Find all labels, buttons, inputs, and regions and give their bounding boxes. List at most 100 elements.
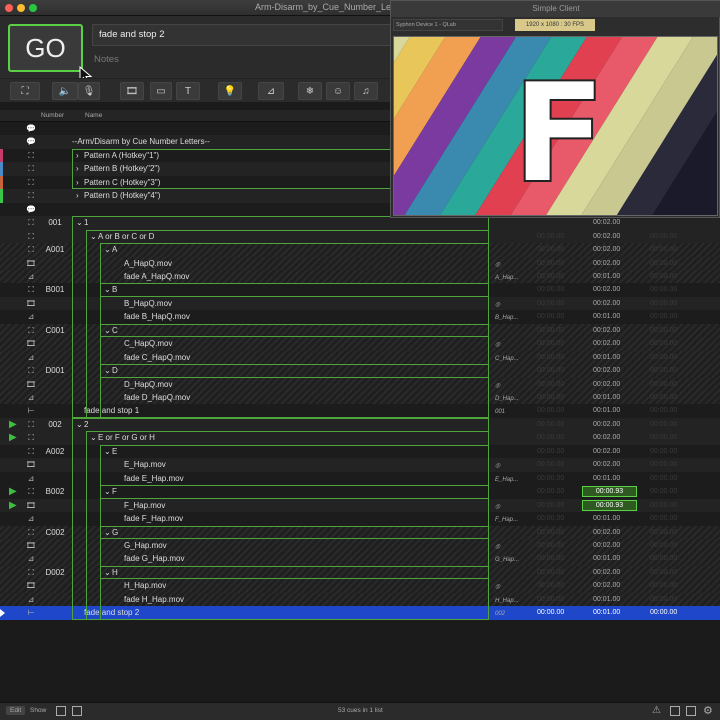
- post-wait-time[interactable]: 00:00.00: [650, 447, 677, 457]
- action-time[interactable]: 00:01.00: [593, 474, 620, 484]
- toolbar-button-5[interactable]: T: [176, 82, 200, 100]
- action-time[interactable]: 00:01.00: [593, 608, 620, 618]
- cue-number[interactable]: 002: [42, 420, 68, 430]
- toolbar-button-8[interactable]: ❄: [298, 82, 322, 100]
- action-time[interactable]: 00:02.00: [593, 433, 620, 443]
- post-wait-time[interactable]: 00:00.00: [650, 232, 677, 242]
- edit-mode-button[interactable]: Edit: [6, 706, 26, 715]
- pre-wait-time[interactable]: 00:00.00: [537, 406, 564, 416]
- action-time[interactable]: 00:02.00: [593, 326, 620, 336]
- post-wait-time[interactable]: 00:00.00: [650, 541, 677, 551]
- action-time[interactable]: 00:01.00: [593, 554, 620, 564]
- post-wait-time[interactable]: 00:00.00: [650, 581, 677, 591]
- post-wait-time[interactable]: 00:00.00: [650, 420, 677, 430]
- warning-icon[interactable]: ⚠: [652, 705, 661, 716]
- post-wait-time[interactable]: 00:00.00: [650, 433, 677, 443]
- toolbar-button-6[interactable]: 💡: [218, 82, 242, 100]
- pre-wait-time[interactable]: 00:00.00: [537, 339, 564, 349]
- pre-wait-time[interactable]: 00:00.00: [537, 460, 564, 470]
- post-wait-time[interactable]: 00:00.00: [650, 245, 677, 255]
- go-button[interactable]: GO: [8, 24, 83, 72]
- post-wait-time[interactable]: 00:00.00: [650, 259, 677, 269]
- pre-wait-time[interactable]: 00:00.00: [537, 595, 564, 605]
- pre-wait-time[interactable]: 00:00.00: [537, 554, 564, 564]
- cue-number[interactable]: D001: [42, 366, 68, 376]
- action-time[interactable]: 00:02.00: [593, 259, 620, 269]
- post-wait-time[interactable]: 00:00.00: [650, 366, 677, 376]
- name-column-header[interactable]: Name: [85, 112, 102, 119]
- pre-wait-time[interactable]: 00:00.00: [537, 259, 564, 269]
- toolbar-button-3[interactable]: 🎞: [120, 82, 144, 100]
- action-time[interactable]: 00:02.00: [593, 245, 620, 255]
- cue-name-field[interactable]: fade and stop 2: [92, 24, 392, 46]
- pre-wait-time[interactable]: 00:00.00: [537, 420, 564, 430]
- cue-number[interactable]: B001: [42, 285, 68, 295]
- action-time[interactable]: 00:00.93: [582, 499, 637, 511]
- post-wait-time[interactable]: 00:00.00: [650, 353, 677, 363]
- post-wait-time[interactable]: 00:00.00: [650, 501, 677, 511]
- action-time[interactable]: 00:02.00: [593, 366, 620, 376]
- post-wait-time[interactable]: 00:00.00: [650, 299, 677, 309]
- action-time[interactable]: 00:01.00: [593, 595, 620, 605]
- pre-wait-time[interactable]: 00:00.00: [537, 232, 564, 242]
- pre-wait-time[interactable]: 00:00.00: [537, 353, 564, 363]
- simple-client-window[interactable]: Simple Client Syphon Device 1 - QLab 192…: [390, 0, 720, 218]
- inspector-panel-icon[interactable]: [686, 706, 696, 716]
- disclosure-chevron-icon[interactable]: ›: [76, 191, 79, 201]
- show-mode-button[interactable]: Show: [30, 707, 46, 714]
- cue-number[interactable]: C001: [42, 326, 68, 336]
- minimize-window-button[interactable]: [17, 4, 25, 12]
- number-column-header[interactable]: Number: [41, 112, 64, 119]
- action-time[interactable]: 00:02.00: [593, 299, 620, 309]
- action-time[interactable]: 00:02.00: [593, 380, 620, 390]
- post-wait-time[interactable]: 00:00.00: [650, 312, 677, 322]
- pre-wait-time[interactable]: 00:00.00: [537, 366, 564, 376]
- action-time[interactable]: 00:02.00: [593, 447, 620, 457]
- toolbar-button-4[interactable]: ▭: [150, 82, 172, 100]
- cue-name[interactable]: Pattern D (Hotkey"4"): [84, 191, 160, 201]
- action-time[interactable]: 00:02.00: [593, 218, 620, 228]
- action-time[interactable]: 00:02.00: [593, 460, 620, 470]
- inspector-toggle-icon[interactable]: [72, 706, 82, 716]
- pre-wait-time[interactable]: 00:00.00: [537, 447, 564, 457]
- toolbar-button-10[interactable]: ♫: [354, 82, 378, 100]
- post-wait-time[interactable]: 00:00.00: [650, 339, 677, 349]
- pre-wait-time[interactable]: 00:00.00: [537, 393, 564, 403]
- cue-name[interactable]: --Arm/Disarm by Cue Number Letters--: [72, 137, 210, 147]
- pre-wait-time[interactable]: 00:00.00: [537, 487, 564, 497]
- post-wait-time[interactable]: 00:00.00: [650, 460, 677, 470]
- pre-wait-time[interactable]: 00:00.00: [537, 474, 564, 484]
- post-wait-time[interactable]: 00:00.00: [650, 554, 677, 564]
- close-window-button[interactable]: [5, 4, 13, 12]
- pre-wait-time[interactable]: 00:00.00: [537, 326, 564, 336]
- cue-number[interactable]: 001: [42, 218, 68, 228]
- settings-gear-icon[interactable]: ⚙: [703, 704, 713, 717]
- sidebar-toggle-icon[interactable]: [56, 706, 66, 716]
- action-time[interactable]: 00:02.00: [593, 420, 620, 430]
- post-wait-time[interactable]: 00:00.00: [650, 393, 677, 403]
- post-wait-time[interactable]: 00:00.00: [650, 568, 677, 578]
- toolbar-button-0[interactable]: ⛶: [10, 82, 40, 100]
- post-wait-time[interactable]: 00:00.00: [650, 380, 677, 390]
- action-time[interactable]: 00:01.00: [593, 514, 620, 524]
- lists-panel-icon[interactable]: [670, 706, 680, 716]
- action-time[interactable]: 00:01.00: [593, 353, 620, 363]
- action-time[interactable]: 00:02.00: [593, 232, 620, 242]
- pre-wait-time[interactable]: 00:00.00: [537, 380, 564, 390]
- pre-wait-time[interactable]: 00:00.00: [537, 299, 564, 309]
- toolbar-button-1[interactable]: 🔈: [52, 82, 78, 100]
- post-wait-time[interactable]: 00:00.00: [650, 285, 677, 295]
- pre-wait-time[interactable]: 00:00.00: [537, 541, 564, 551]
- pre-wait-time[interactable]: 00:00.00: [537, 501, 564, 511]
- pre-wait-time[interactable]: 00:00.00: [537, 514, 564, 524]
- action-time[interactable]: 00:02.00: [593, 581, 620, 591]
- pre-wait-time[interactable]: 00:00.00: [537, 568, 564, 578]
- action-time[interactable]: 00:02.00: [593, 339, 620, 349]
- action-time[interactable]: 00:01.00: [593, 312, 620, 322]
- post-wait-time[interactable]: 00:00.00: [650, 272, 677, 282]
- toolbar-button-9[interactable]: ☺: [326, 82, 350, 100]
- post-wait-time[interactable]: 00:00.00: [650, 326, 677, 336]
- action-time[interactable]: 00:00.93: [582, 486, 637, 498]
- action-time[interactable]: 00:02.00: [593, 541, 620, 551]
- pre-wait-time[interactable]: 00:00.00: [537, 608, 564, 618]
